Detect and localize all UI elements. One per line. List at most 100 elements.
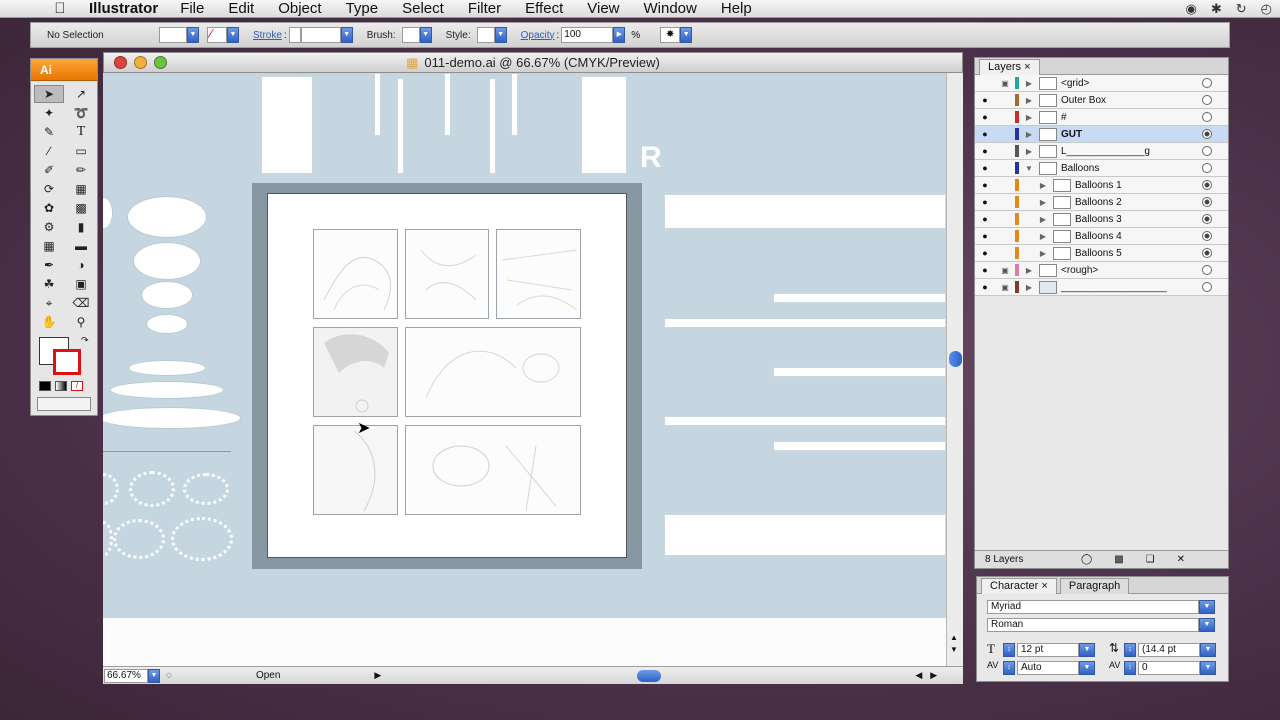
gradient-tool-icon[interactable]: ▬ <box>66 237 96 255</box>
eye-icon[interactable]: ● <box>975 282 995 292</box>
zoom-level-field[interactable]: 66.67% <box>104 668 148 683</box>
horizontal-scrollbar[interactable] <box>393 669 913 682</box>
stroke-weight-field[interactable] <box>300 27 341 43</box>
expand-arrow-icon[interactable]: ▶ <box>1037 181 1049 190</box>
fill-swatch[interactable] <box>159 27 187 43</box>
speech-balloon[interactable] <box>141 281 193 309</box>
canvas-white-bar[interactable] <box>773 441 946 451</box>
stroke-color-icon[interactable] <box>53 349 81 375</box>
scroll-left-arrow-icon[interactable]: ◀ <box>915 670 922 681</box>
layer-row[interactable]: ● ▣ ▶ <rough> <box>975 262 1228 279</box>
speech-balloon[interactable] <box>128 360 206 376</box>
stroke-swatch[interactable]: ∕ <box>207 26 227 43</box>
target-circle-icon[interactable] <box>1202 112 1212 122</box>
expand-arrow-icon[interactable]: ▶ <box>1023 266 1035 275</box>
layer-name[interactable]: ___________________ <box>1061 282 1167 293</box>
canvas-white-bar[interactable] <box>664 318 946 328</box>
lasso-tool-icon[interactable]: ➰ <box>66 104 96 122</box>
burst-balloon[interactable] <box>183 473 229 505</box>
expand-arrow-icon[interactable]: ▶ <box>1023 96 1035 105</box>
burst-balloon[interactable] <box>171 517 233 561</box>
comic-panel[interactable] <box>313 425 398 515</box>
zoom-button[interactable] <box>154 56 167 69</box>
stroke-dropdown[interactable]: ▼ <box>227 27 239 43</box>
sublayer-row[interactable]: ● ▶ Balloons 2 <box>975 194 1228 211</box>
free-transform-tool-icon[interactable]: ▩ <box>66 199 96 217</box>
font-family-field[interactable]: Myriad <box>987 600 1199 614</box>
sublayer-row[interactable]: ● ▶ Balloons 1 <box>975 177 1228 194</box>
eraser-tool-icon[interactable]: ⌫ <box>66 294 96 312</box>
selection-tool-icon[interactable]: ➤ <box>34 85 64 103</box>
stroke-weight-dropdown[interactable]: ▼ <box>340 27 353 43</box>
column-graph-tool-icon[interactable]: ▮ <box>66 218 96 236</box>
layer-row[interactable]: ● ▣ ▶ ___________________ <box>975 279 1228 296</box>
zoom-dropdown[interactable]: ▼ <box>148 668 160 683</box>
time-machine-icon[interactable]: ◴ <box>1261 1 1272 17</box>
minimize-button[interactable] <box>134 56 147 69</box>
menu-select[interactable]: Select <box>390 0 456 17</box>
tracking-field[interactable]: 0 <box>1138 661 1200 675</box>
speech-balloon[interactable] <box>103 407 241 429</box>
lock-icon[interactable]: ▣ <box>995 79 1015 88</box>
canvas-white-bar[interactable] <box>664 194 946 229</box>
target-circle-icon[interactable] <box>1202 95 1212 105</box>
menu-object[interactable]: Object <box>266 0 333 17</box>
tab-paragraph[interactable]: Paragraph <box>1059 578 1130 594</box>
target-circle-icon[interactable] <box>1202 180 1212 190</box>
hand-tool-icon[interactable]: ✋ <box>34 313 64 331</box>
zoom-tool-icon[interactable]: ⚲ <box>66 313 96 331</box>
sublayer-row[interactable]: ● ▶ Balloons 4 <box>975 228 1228 245</box>
layer-row[interactable]: ● ▶ L______________g <box>975 143 1228 160</box>
target-circle-icon[interactable] <box>1202 265 1212 275</box>
new-layer-icon[interactable]: ❏ <box>1146 554 1155 565</box>
sublayer-row[interactable]: ● ▶ Balloons 5 <box>975 245 1228 262</box>
font-size-stepper[interactable]: ↕ <box>1003 643 1015 657</box>
artboard-canvas[interactable]: R ➤ <box>103 73 946 618</box>
layer-name[interactable]: Balloons 1 <box>1075 180 1122 191</box>
comic-panel[interactable] <box>313 327 398 417</box>
canvas-white-bar[interactable] <box>773 367 946 377</box>
comic-panel[interactable] <box>313 229 398 319</box>
layer-name[interactable]: Balloons <box>1061 163 1099 174</box>
kerning-dropdown[interactable]: ▼ <box>1079 661 1095 675</box>
layer-name[interactable]: Balloons 2 <box>1075 197 1122 208</box>
menu-type[interactable]: Type <box>334 0 391 17</box>
canvas-white-strip[interactable] <box>489 78 496 174</box>
lock-icon[interactable]: ▣ <box>995 283 1015 292</box>
target-circle-icon[interactable] <box>1202 146 1212 156</box>
menu-app-name[interactable]: Illustrator <box>89 0 158 17</box>
pen-tool-icon[interactable]: ✎ <box>34 123 64 141</box>
vertical-scroll-thumb[interactable] <box>949 351 962 367</box>
brush-swatch[interactable] <box>401 27 420 43</box>
horizontal-scroll-thumb[interactable] <box>637 669 662 682</box>
eyedropper-tool-icon[interactable]: ✒ <box>34 256 64 274</box>
expand-arrow-icon[interactable]: ▶ <box>1037 249 1049 258</box>
paintbrush-tool-icon[interactable]: ✐ <box>34 161 64 179</box>
target-circle-icon[interactable] <box>1202 163 1212 173</box>
style-dropdown[interactable]: ▼ <box>494 27 507 43</box>
rectangle-tool-icon[interactable]: ▭ <box>66 142 96 160</box>
close-button[interactable] <box>114 56 127 69</box>
close-tab-icon[interactable]: × <box>1041 580 1047 592</box>
none-mode-icon[interactable]: / <box>71 381 83 391</box>
kerning-stepper[interactable]: ↕ <box>1003 661 1015 675</box>
target-circle-icon[interactable] <box>1202 214 1212 224</box>
canvas-white-strip[interactable] <box>397 78 404 174</box>
canvas-white-strip[interactable] <box>511 73 518 136</box>
vertical-scrollbar[interactable]: ▲ ▼ <box>946 73 963 666</box>
tab-character[interactable]: Character × <box>981 578 1057 594</box>
live-paint-tool-icon[interactable]: ☘ <box>34 275 64 293</box>
expand-arrow-icon[interactable]: ▶ <box>1037 232 1049 241</box>
speech-balloon[interactable] <box>146 314 188 334</box>
menu-edit[interactable]: Edit <box>216 0 266 17</box>
menu-help[interactable]: Help <box>709 0 764 17</box>
pencil-tool-icon[interactable]: ✏ <box>66 161 96 179</box>
expand-arrow-icon[interactable]: ▶ <box>1023 147 1035 156</box>
speech-balloon[interactable] <box>127 196 207 238</box>
collapse-arrow-icon[interactable]: ▼ <box>1023 164 1035 173</box>
layer-row-selected[interactable]: ● ▶ GUT <box>975 126 1228 143</box>
eye-icon[interactable]: ● <box>975 146 995 156</box>
stroke-link[interactable]: Stroke <box>253 30 282 41</box>
burst-balloon[interactable] <box>113 519 165 559</box>
layer-row[interactable]: ▣ ▶ <grid> <box>975 75 1228 92</box>
